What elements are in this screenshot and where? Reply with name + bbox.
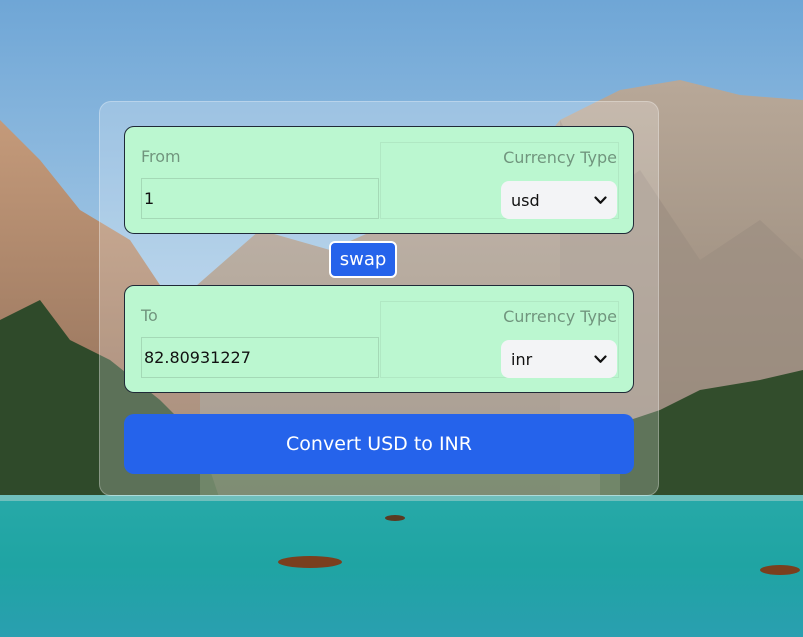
from-currency-value: usd [511, 190, 540, 210]
to-amount-input[interactable] [141, 337, 379, 378]
to-currency-select[interactable]: inr [501, 340, 617, 378]
chevron-down-icon [593, 193, 607, 207]
from-panel: From Currency Type usd [124, 126, 634, 234]
from-currency-select[interactable]: usd [501, 181, 617, 219]
from-label: From [141, 147, 181, 166]
chevron-down-icon [593, 352, 607, 366]
convert-button[interactable]: Convert USD to INR [124, 414, 634, 474]
swap-button[interactable]: swap [329, 241, 397, 278]
to-panel: To Currency Type inr [124, 285, 634, 393]
to-label: To [141, 306, 158, 325]
to-currency-value: inr [511, 349, 533, 369]
from-currency-type-label: Currency Type [503, 148, 617, 167]
to-currency-type-label: Currency Type [503, 307, 617, 326]
from-amount-input[interactable] [141, 178, 379, 219]
